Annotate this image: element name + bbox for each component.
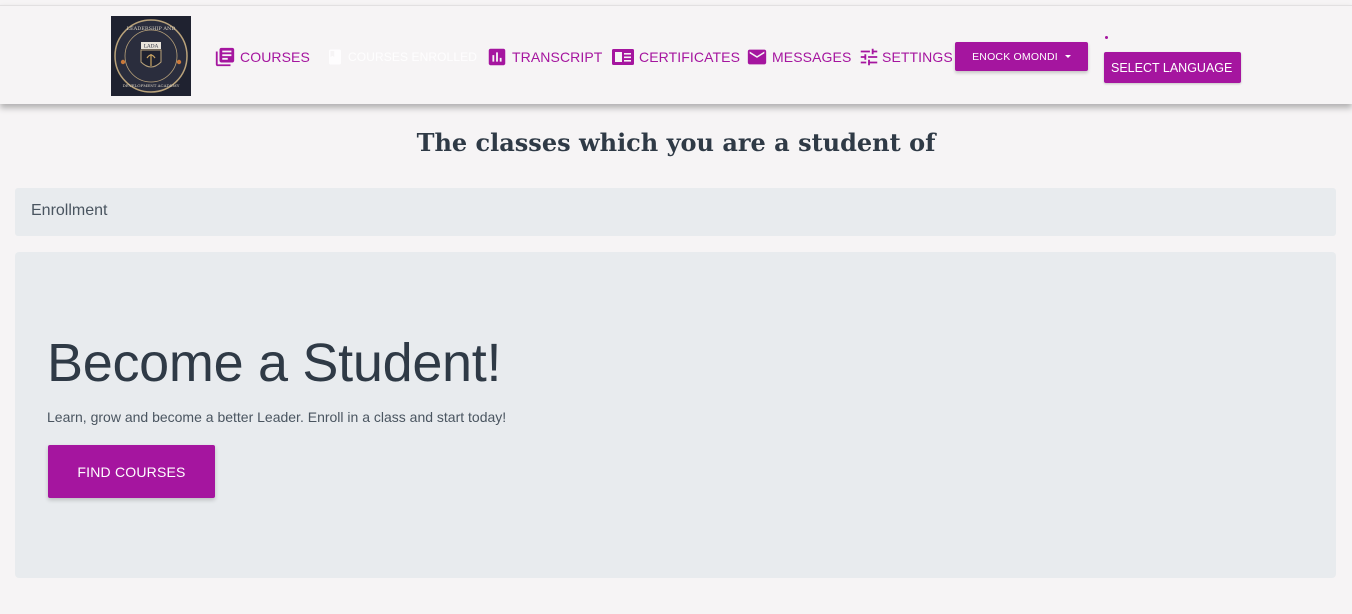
caret-down-icon <box>1064 55 1071 58</box>
logo-text-bottom: DEVELOPMENT ACADEMY <box>123 83 180 88</box>
nav-transcript-label: TRANSCRIPT <box>512 49 603 65</box>
bar-chart-icon <box>486 46 508 68</box>
page-title: The classes which you are a student of <box>416 128 936 157</box>
logo-text-top: LEADERSHIP AND <box>127 26 176 32</box>
logo-abbr: LADA <box>144 44 159 50</box>
user-menu-label: ENOCK OMONDI <box>972 50 1058 63</box>
find-courses-button[interactable]: FIND COURSES <box>48 445 215 498</box>
certificate-icon <box>611 46 635 68</box>
nav-settings-label: SETTINGS <box>882 49 953 65</box>
select-language-button[interactable]: SELECT LANGUAGE <box>1104 52 1241 83</box>
enrollment-card-header: Enrollment <box>15 188 1336 236</box>
jumbotron-text: Learn, grow and become a better Leader. … <box>47 409 507 425</box>
nav-transcript[interactable]: TRANSCRIPT <box>486 46 602 68</box>
academy-logo[interactable]: LEADERSHIP AND LADA DEVELOPMENT ACADEMY <box>111 16 191 96</box>
nav-courses-enrolled[interactable]: COURSES ENROLLED <box>326 48 477 66</box>
nav-certificates[interactable]: CERTIFICATES <box>611 46 740 68</box>
nav-messages-label: MESSAGES <box>772 49 852 65</box>
book-icon <box>326 48 344 66</box>
nav-courses-label: COURSES <box>240 49 310 65</box>
become-student-jumbotron: Become a Student! Learn, grow and become… <box>15 252 1336 578</box>
user-menu-button[interactable]: ENOCK OMONDI <box>955 42 1088 71</box>
jumbotron-heading: Become a Student! <box>47 333 502 393</box>
top-navbar: LEADERSHIP AND LADA DEVELOPMENT ACADEMY … <box>0 5 1352 104</box>
nav-courses-enrolled-label: COURSES ENROLLED <box>348 50 477 64</box>
nav-certificates-label: CERTIFICATES <box>639 49 741 65</box>
nav-messages[interactable]: MESSAGES <box>746 46 851 68</box>
nav-settings[interactable]: SETTINGS <box>858 46 953 68</box>
nav-courses[interactable]: COURSES <box>214 46 310 68</box>
language-dot <box>1105 36 1108 39</box>
library-books-icon <box>214 46 236 68</box>
tune-icon <box>858 46 880 68</box>
mail-icon <box>746 46 768 68</box>
